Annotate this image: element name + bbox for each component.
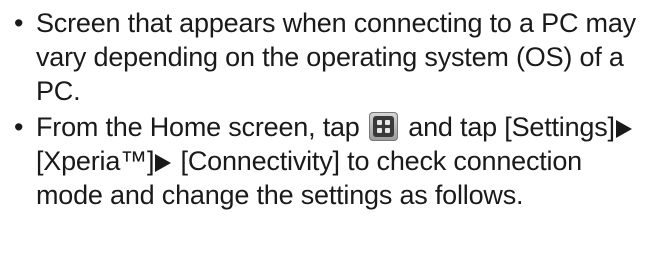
- note-text: Screen that appears when connecting to a…: [36, 8, 636, 106]
- note-text-part2: and tap: [408, 112, 497, 142]
- notes-list: • Screen that appears when connecting to…: [14, 6, 644, 212]
- page: • Screen that appears when connecting to…: [0, 0, 648, 264]
- note-item: • Screen that appears when connecting to…: [14, 6, 644, 108]
- apps-grid-icon: [368, 112, 398, 141]
- right-arrow-icon: [615, 120, 632, 138]
- step-connectivity: [Connectivity]: [173, 146, 340, 176]
- note-item: • From the Home screen, tap and tap [Set…: [14, 110, 644, 212]
- step-xperia: [Xperia™]: [36, 146, 155, 176]
- bullet: •: [14, 8, 24, 38]
- note-text-part1: From the Home screen, tap: [36, 112, 360, 142]
- bullet: •: [14, 112, 24, 142]
- step-settings: [Settings]: [504, 112, 615, 142]
- right-arrow-icon: [155, 154, 172, 172]
